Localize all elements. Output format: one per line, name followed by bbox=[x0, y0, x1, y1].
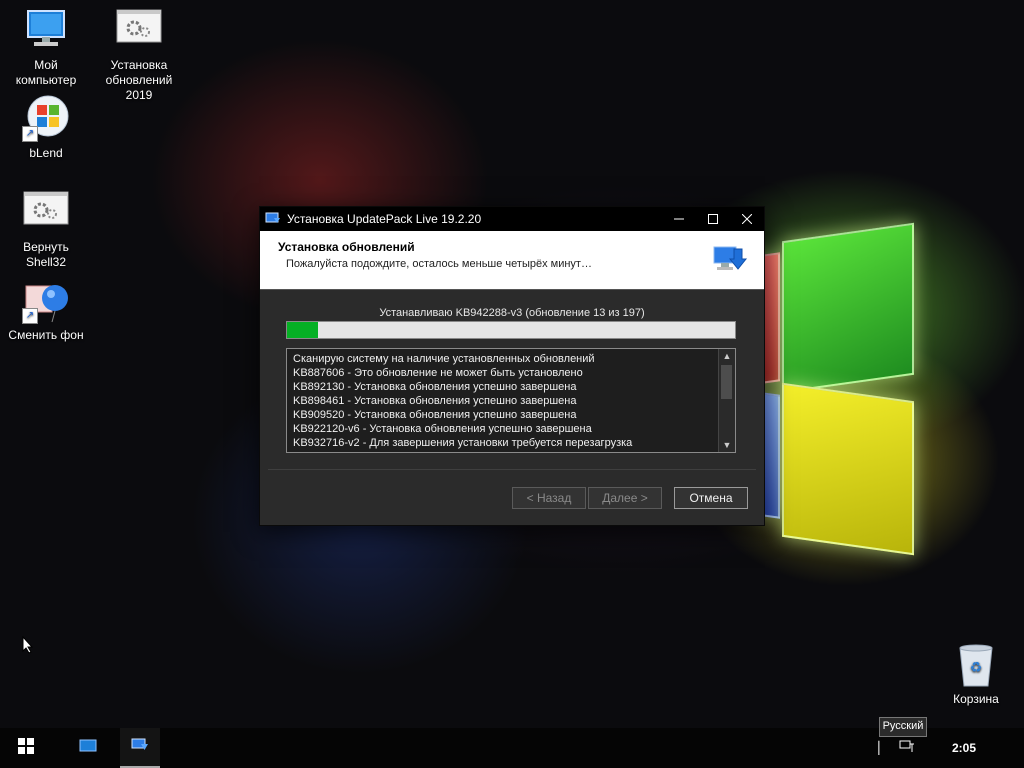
desktop-icon-my-computer[interactable]: Мой компьютер bbox=[4, 6, 88, 88]
install-progress-bar bbox=[286, 321, 736, 339]
header-subtitle: Пожалуйста подождите, осталось меньше че… bbox=[286, 258, 592, 270]
scroll-thumb[interactable] bbox=[721, 365, 732, 399]
desktop-icon-label: bLend bbox=[29, 146, 63, 160]
mouse-cursor-icon bbox=[22, 635, 34, 654]
dialog-titlebar[interactable]: Установка UpdatePack Live 19.2.20 bbox=[260, 207, 764, 231]
minimize-button[interactable] bbox=[662, 207, 696, 231]
scroll-up-chevron-icon[interactable]: ▲ bbox=[719, 349, 735, 363]
taskbar-clock[interactable]: 2:05 bbox=[944, 728, 984, 768]
shortcut-arrow-icon: ↗ bbox=[22, 126, 38, 142]
cancel-button[interactable]: Отмена bbox=[674, 487, 748, 509]
desktop-icon-blend[interactable]: ↗ bLend bbox=[4, 94, 88, 161]
network-icon bbox=[899, 739, 915, 758]
svg-text:♻: ♻ bbox=[970, 660, 983, 676]
taskbar: ▏ bbox=[0, 728, 1024, 768]
wallpaper-pane-yellow bbox=[782, 382, 914, 556]
progress-fill bbox=[287, 322, 319, 338]
taskbar-installer-button[interactable] bbox=[120, 728, 160, 768]
back-button[interactable]: < Назад bbox=[512, 487, 586, 509]
shortcut-arrow-icon: ↗ bbox=[22, 308, 38, 324]
wallpaper-balloon-icon: ↗ bbox=[22, 276, 70, 324]
log-line: KB898461 - Установка обновления успешно … bbox=[293, 395, 577, 407]
maximize-button[interactable] bbox=[696, 207, 730, 231]
header-title: Установка обновлений bbox=[278, 240, 415, 254]
log-line: KB892130 - Установка обновления успешно … bbox=[293, 381, 577, 393]
desktop-icon-label: Установка обновлений 2019 bbox=[105, 58, 173, 102]
close-button[interactable] bbox=[730, 207, 764, 231]
log-scrollbar[interactable]: ▲ ▼ bbox=[718, 349, 735, 452]
tray-sliver-icon: ▏ bbox=[878, 741, 888, 755]
desktop-monitor-icon bbox=[79, 739, 97, 758]
app-monitor-icon bbox=[265, 211, 281, 227]
desktop-icon-label: Корзина bbox=[953, 692, 999, 706]
windows-orb-icon: ↗ bbox=[22, 94, 70, 142]
dialog-title: Установка UpdatePack Live 19.2.20 bbox=[287, 212, 482, 226]
wallpaper-pane-green bbox=[782, 222, 914, 394]
desktop-icon-label: Сменить фон bbox=[8, 328, 84, 342]
install-log[interactable]: Сканирую систему на наличие установленны… bbox=[286, 348, 736, 453]
log-line: KB922120-v6 - Установка обновления успеш… bbox=[293, 423, 592, 435]
dialog-header: Установка обновлений Пожалуйста подождит… bbox=[260, 231, 764, 290]
install-status-text: Устанавливаю KB942288-v3 (обновление 13 … bbox=[379, 307, 645, 319]
desktop-icon-install-updates[interactable]: Установка обновлений 2019 bbox=[97, 6, 181, 103]
installer-gear-icon bbox=[22, 188, 70, 236]
installer-dialog: Установка UpdatePack Live 19.2.20 Устано… bbox=[259, 206, 765, 526]
language-tooltip: Русский bbox=[879, 717, 927, 737]
update-download-icon bbox=[712, 241, 748, 277]
scroll-down-chevron-icon[interactable]: ▼ bbox=[719, 438, 735, 452]
log-line: KB932716-v2 - Для завершения установки т… bbox=[293, 437, 633, 449]
desktop-icon-change-wallpaper[interactable]: ↗ Сменить фон bbox=[4, 276, 88, 343]
start-button[interactable] bbox=[0, 728, 52, 768]
computer-icon bbox=[22, 6, 70, 54]
desktop-icon-label: Мой компьютер bbox=[15, 58, 77, 87]
log-line: KB887606 - Это обновление не может быть … bbox=[293, 367, 583, 379]
next-button[interactable]: Далее > bbox=[588, 487, 662, 509]
log-lines: Сканирую систему на наличие установленны… bbox=[293, 352, 717, 450]
windows-logo-icon bbox=[18, 737, 34, 759]
log-line: Сканирую систему на наличие установленны… bbox=[293, 353, 595, 365]
desktop-icon-recycle-bin[interactable]: ♻ Корзина bbox=[934, 640, 1018, 707]
app-monitor-icon bbox=[131, 737, 149, 758]
taskbar-desktop-button[interactable] bbox=[64, 728, 112, 768]
desktop-icon-restore-shell32[interactable]: Вернуть Shell32 bbox=[4, 188, 88, 270]
installer-gear-icon bbox=[115, 6, 163, 54]
recycle-bin-icon: ♻ bbox=[952, 640, 1000, 688]
desktop-icon-label: Вернуть Shell32 bbox=[23, 240, 69, 269]
log-line: KB909520 - Установка обновления успешно … bbox=[293, 409, 577, 421]
button-separator bbox=[268, 469, 756, 470]
